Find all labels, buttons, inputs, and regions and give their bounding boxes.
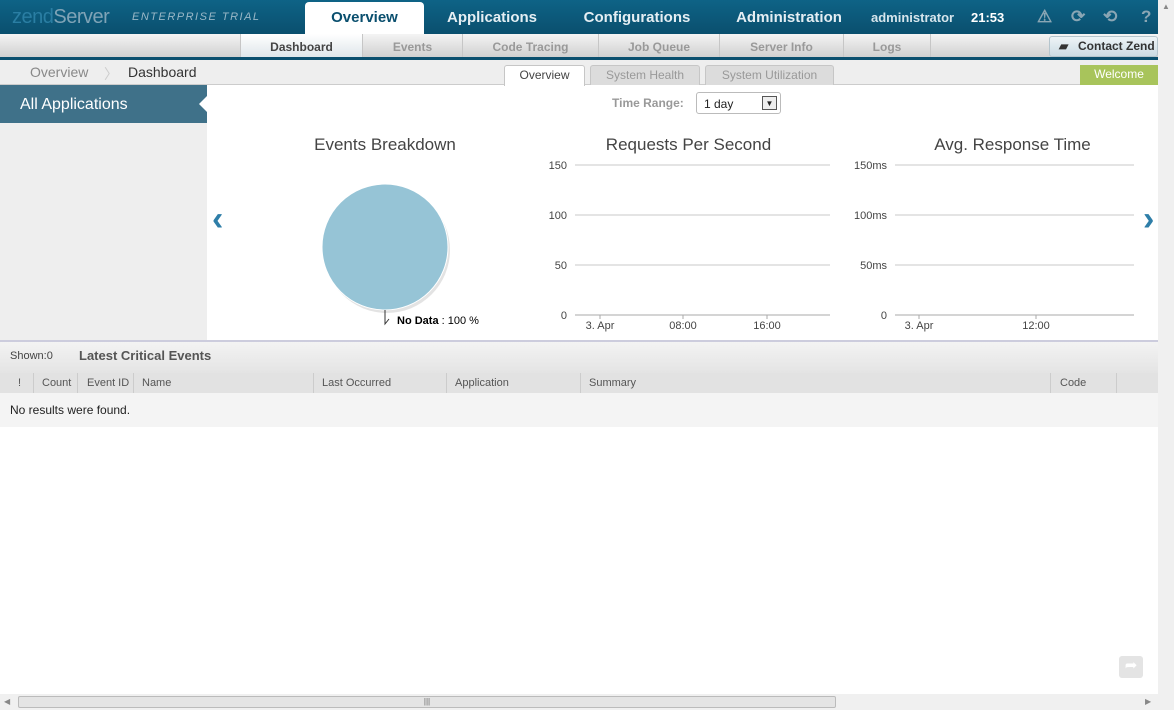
scroll-right-icon[interactable]: ▶ xyxy=(1145,697,1151,706)
column-summary[interactable]: Summary xyxy=(580,373,1050,393)
charts-canvas: No Data : 100 % 0 50 100 150 3. Apr 08:00 16:00… xyxy=(321,160,1134,332)
empty-message: No results were found. xyxy=(0,393,1158,427)
y-tick-label: 100ms xyxy=(854,210,888,222)
y-tick-label: 50 xyxy=(555,260,567,272)
x-tick-label: 3. Apr xyxy=(586,320,615,332)
x-tick-label: 3. Apr xyxy=(905,320,934,332)
horizontal-scroll-thumb[interactable]: ||| xyxy=(18,696,836,708)
y-tick-label: 50ms xyxy=(860,260,887,272)
column-severity[interactable]: ! xyxy=(10,373,33,393)
y-tick-label: 150 xyxy=(549,160,567,172)
scroll-up-icon[interactable]: ▲ xyxy=(1162,2,1170,11)
shown-count: Shown:0 xyxy=(10,350,53,362)
vertical-scrollbar[interactable]: ▲ xyxy=(1158,0,1174,694)
scroll-left-icon[interactable]: ◀ xyxy=(4,697,10,706)
column-event-id[interactable]: Event ID xyxy=(77,373,133,393)
column-name[interactable]: Name xyxy=(133,373,313,393)
column-count[interactable]: Count xyxy=(33,373,77,393)
y-tick-label: 0 xyxy=(561,310,567,322)
pie-label: No Data : 100 % xyxy=(397,315,479,327)
events-title: Latest Critical Events xyxy=(79,348,212,363)
column-last-occurred[interactable]: Last Occurred xyxy=(313,373,446,393)
column-code-trace[interactable]: Code Trace xyxy=(1050,373,1117,409)
y-tick-label: 150ms xyxy=(854,160,888,172)
export-icon[interactable]: ➦ xyxy=(1119,656,1143,678)
pie-slice xyxy=(321,183,449,311)
y-tick-label: 100 xyxy=(549,210,567,222)
column-application[interactable]: Application xyxy=(446,373,580,393)
y-tick-label: 0 xyxy=(881,310,887,322)
x-tick-label: 12:00 xyxy=(1022,320,1050,332)
x-tick-label: 16:00 xyxy=(753,320,781,332)
x-tick-label: 08:00 xyxy=(669,320,697,332)
